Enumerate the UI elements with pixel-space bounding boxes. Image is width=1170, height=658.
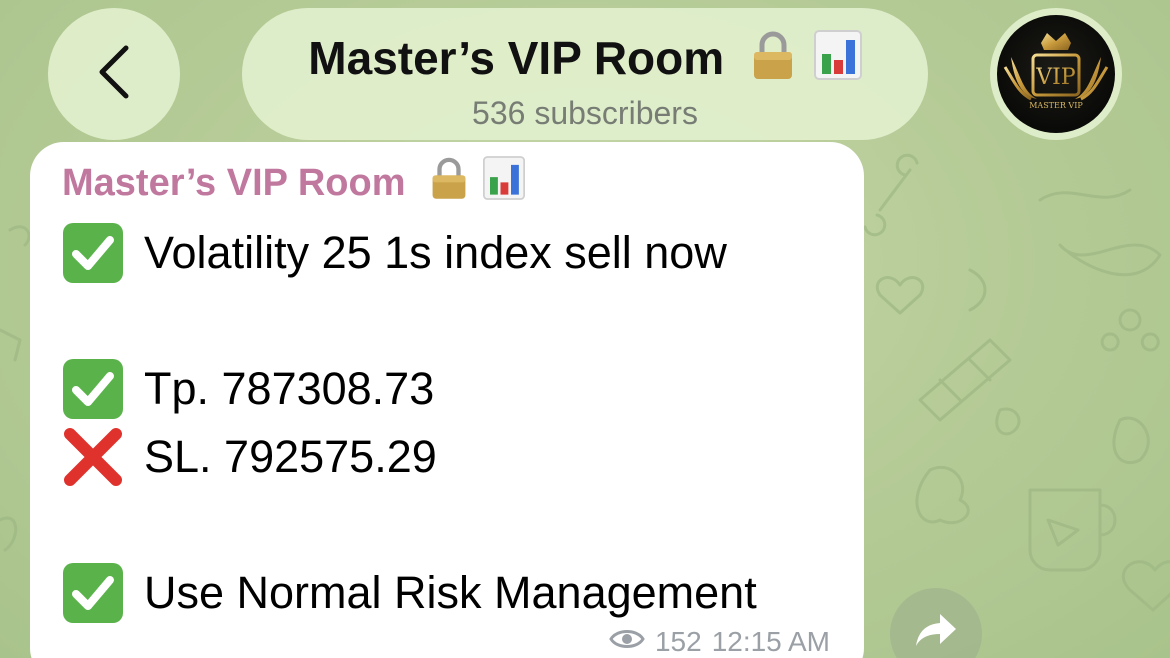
eye-icon xyxy=(609,626,645,658)
chevron-left-icon xyxy=(94,42,134,107)
take-profit-text: Tp. 787308.73 xyxy=(144,363,435,414)
message-line: Tp. 787308.73 xyxy=(62,355,832,423)
check-mark-icon xyxy=(62,222,124,284)
message-text: Use Normal Risk Management xyxy=(144,567,757,618)
sender-row: Master’s VIP Room xyxy=(62,156,832,211)
stop-loss-text: SL. 792575.29 xyxy=(144,431,437,482)
message-time: 12:15 AM xyxy=(711,626,830,657)
channel-header[interactable]: Master’s VIP Room 536 subscribers xyxy=(242,8,928,140)
message-text: Volatility 25 1s index sell now xyxy=(144,227,727,278)
channel-title-row: Master’s VIP Room xyxy=(242,30,928,90)
view-count: 152 xyxy=(654,626,702,657)
message-line: Use Normal Risk Management xyxy=(62,559,832,627)
bar-chart-icon xyxy=(482,156,525,211)
lock-icon xyxy=(751,30,795,90)
message-meta: 152 12:15 AM xyxy=(609,626,830,658)
check-mark-icon xyxy=(62,358,124,420)
vip-crown-logo: VIP MASTER VIP xyxy=(997,15,1115,133)
bar-chart-icon xyxy=(813,30,862,90)
channel-title: Master’s VIP Room xyxy=(308,32,725,84)
message-line: Volatility 25 1s index sell now xyxy=(62,219,832,287)
cross-mark-icon xyxy=(62,426,124,488)
svg-text:VIP: VIP xyxy=(1035,65,1076,90)
subscriber-count: 536 subscribers xyxy=(472,95,698,131)
svg-text:MASTER VIP: MASTER VIP xyxy=(1029,101,1083,110)
message-bubble[interactable]: Master’s VIP Room Volatility 25 1s index… xyxy=(30,142,864,658)
channel-avatar[interactable]: VIP MASTER VIP xyxy=(990,8,1122,140)
back-button[interactable] xyxy=(48,8,180,140)
share-arrow-icon xyxy=(914,612,958,653)
sender-name: Master’s VIP Room xyxy=(62,162,406,204)
lock-icon xyxy=(430,156,468,211)
message-line: SL. 792575.29 xyxy=(62,423,832,491)
check-mark-icon xyxy=(62,562,124,624)
